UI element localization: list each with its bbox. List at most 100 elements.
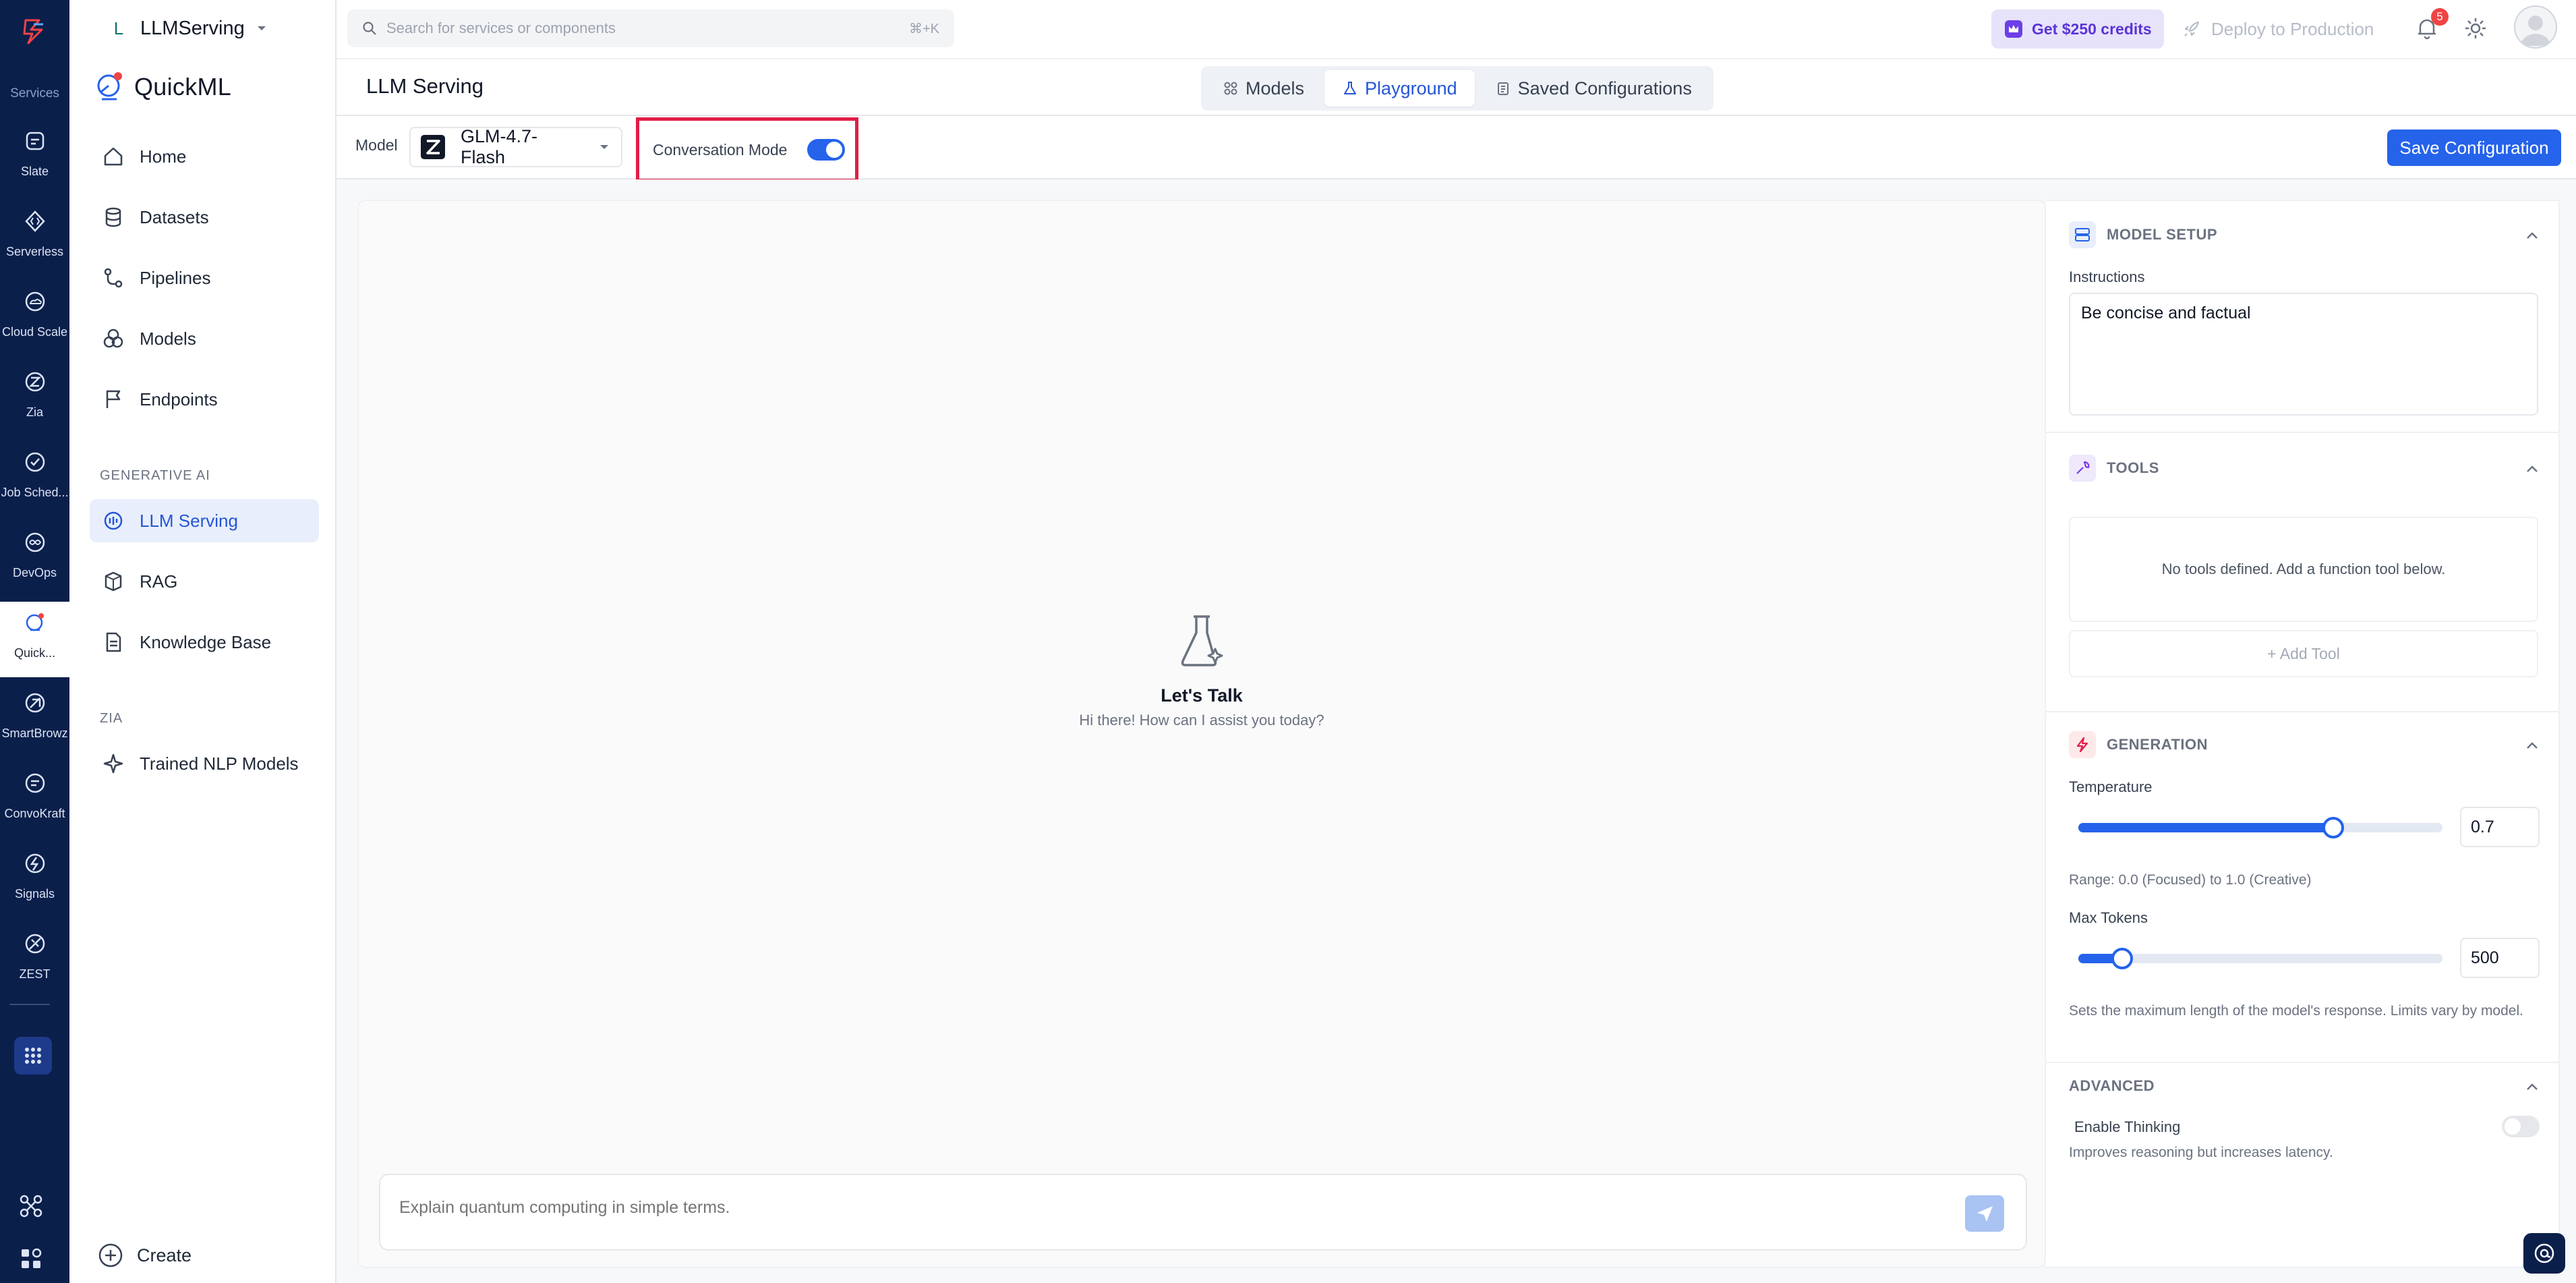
widgets-icon[interactable] bbox=[18, 1245, 45, 1272]
rail-item-label: ZEST bbox=[19, 967, 51, 981]
rail-item-smartbrowz[interactable]: SmartBrowz bbox=[0, 682, 69, 758]
chat-support-icon bbox=[2534, 1243, 2554, 1263]
temperature-slider[interactable] bbox=[2078, 817, 2442, 838]
rail-item-signals[interactable]: Signals bbox=[0, 843, 69, 918]
sidebar-item-label: Home bbox=[140, 146, 187, 167]
model-setup-header[interactable]: MODEL SETUP bbox=[2069, 220, 2217, 250]
generation-title: GENERATION bbox=[2107, 736, 2208, 753]
get-credits-button[interactable]: Get $250 credits bbox=[1991, 9, 2164, 49]
chevron-up-icon[interactable] bbox=[2522, 459, 2542, 479]
rail-item-devops[interactable]: DevOps bbox=[0, 521, 69, 597]
zia-icon bbox=[20, 366, 51, 397]
crown-icon bbox=[2005, 20, 2022, 38]
tab-saved-configurations[interactable]: Saved Configurations bbox=[1477, 70, 1709, 107]
chevron-up-icon[interactable] bbox=[2522, 1077, 2542, 1097]
avatar[interactable] bbox=[2514, 5, 2557, 49]
rail-item-quickml[interactable]: Quick... bbox=[0, 602, 69, 677]
chevron-up-icon[interactable] bbox=[2522, 225, 2542, 246]
devops-icon bbox=[20, 527, 51, 558]
model-toolbar: Model GLM-4.7-Flash Conversation Mode Sa… bbox=[336, 116, 2576, 182]
enable-thinking-toggle[interactable] bbox=[2502, 1116, 2540, 1137]
enable-thinking-help: Improves reasoning but increases latency… bbox=[2069, 1145, 2333, 1160]
top-bar: Search for services or components ⌘+K Ge… bbox=[69, 0, 2576, 58]
rail-item-slate[interactable]: Slate bbox=[0, 120, 69, 196]
job-scheduler-icon bbox=[20, 447, 51, 478]
document-icon bbox=[106, 632, 121, 652]
instructions-field[interactable]: Be concise and factual bbox=[2069, 293, 2538, 416]
section-advanced: ADVANCED Enable Thinking Improves reason… bbox=[2046, 1063, 2560, 1270]
convokraft-icon bbox=[20, 768, 51, 799]
search-bar[interactable]: Search for services or components ⌘+K bbox=[347, 9, 954, 47]
temperature-input[interactable]: 0.7 bbox=[2460, 807, 2540, 847]
sidebar-item-rag[interactable]: RAG bbox=[90, 560, 319, 603]
advanced-header[interactable]: ADVANCED bbox=[2069, 1071, 2155, 1101]
model-select[interactable]: GLM-4.7-Flash bbox=[409, 126, 622, 167]
flag-icon bbox=[106, 390, 121, 408]
rail-item-label: Job Sched... bbox=[1, 486, 69, 499]
notification-badge: 5 bbox=[2431, 8, 2449, 26]
slider-thumb[interactable] bbox=[2322, 817, 2344, 838]
rail-item-zia[interactable]: Zia bbox=[0, 361, 69, 436]
section-zia: ZIA bbox=[100, 711, 123, 726]
sidebar-item-trained-nlp-models[interactable]: Trained NLP Models bbox=[90, 742, 319, 785]
rocket-icon bbox=[2184, 21, 2200, 36]
max-tokens-input[interactable]: 500 bbox=[2460, 938, 2540, 978]
rail-item-zest[interactable]: ZEST bbox=[0, 923, 69, 998]
generation-header[interactable]: GENERATION bbox=[2069, 730, 2208, 760]
tab-label: Playground bbox=[1365, 78, 1457, 98]
home-icon bbox=[104, 147, 123, 166]
create-button[interactable]: Create bbox=[98, 1243, 192, 1268]
sidebar-item-llm-serving[interactable]: LLM Serving bbox=[90, 499, 319, 542]
gear-icon bbox=[2465, 18, 2486, 38]
credits-label: Get $250 credits bbox=[2032, 20, 2152, 38]
rail-item-convokraft[interactable]: ConvoKraft bbox=[0, 762, 69, 838]
save-configuration-button[interactable]: Save Configuration bbox=[2387, 130, 2561, 166]
deploy-to-production-button[interactable]: Deploy to Production bbox=[2182, 9, 2374, 49]
search-placeholder: Search for services or components bbox=[386, 20, 616, 36]
temperature-label: Temperature bbox=[2069, 778, 2153, 795]
sidebar-item-endpoints[interactable]: Endpoints bbox=[90, 378, 319, 421]
rail-item-label: Signals bbox=[14, 887, 55, 901]
sidebar-item-home[interactable]: Home bbox=[90, 135, 319, 178]
notifications-button[interactable]: 5 bbox=[2413, 8, 2449, 45]
smartbrowz-icon bbox=[20, 687, 51, 718]
flask-icon bbox=[1181, 615, 1223, 666]
sidebar-item-models[interactable]: Models bbox=[90, 317, 319, 360]
integrations-icon[interactable] bbox=[18, 1193, 45, 1220]
send-button[interactable] bbox=[1965, 1195, 2004, 1232]
tools-title: TOOLS bbox=[2107, 459, 2159, 476]
sidebar-item-knowledge-base[interactable]: Knowledge Base bbox=[90, 621, 319, 664]
max-tokens-slider[interactable] bbox=[2078, 948, 2442, 969]
empty-title: Let's Talk bbox=[1161, 685, 1243, 706]
sidebar-item-datasets[interactable]: Datasets bbox=[90, 196, 319, 239]
advanced-title: ADVANCED bbox=[2069, 1077, 2155, 1094]
rail-item-cloud-scale[interactable]: Cloud Scale bbox=[0, 281, 69, 356]
chat-empty-state: Let's Talk Hi there! How can I assist yo… bbox=[359, 612, 2045, 729]
settings-button[interactable] bbox=[2462, 15, 2492, 45]
quickml-logo-icon bbox=[97, 72, 122, 101]
tab-playground[interactable]: Playground bbox=[1324, 70, 1475, 107]
slider-thumb[interactable] bbox=[2111, 948, 2133, 969]
search-shortcut: ⌘+K bbox=[908, 21, 939, 36]
sidebar-item-label: Knowledge Base bbox=[140, 631, 272, 652]
conversation-mode-toggle[interactable] bbox=[807, 139, 846, 161]
toggle-knob bbox=[2505, 1118, 2521, 1135]
message-input[interactable] bbox=[398, 1189, 1949, 1236]
add-tool-button[interactable]: + Add Tool bbox=[2069, 630, 2538, 677]
rail-item-label: DevOps bbox=[12, 566, 57, 579]
help-chat-button[interactable] bbox=[2523, 1233, 2565, 1274]
sparkle-icon bbox=[103, 753, 123, 774]
sidebar-item-pipelines[interactable]: Pipelines bbox=[90, 256, 319, 300]
model-setup-title: MODEL SETUP bbox=[2107, 226, 2218, 243]
chevron-up-icon[interactable] bbox=[2522, 735, 2542, 755]
catalyst-logo-icon[interactable] bbox=[19, 15, 51, 47]
tools-header[interactable]: TOOLS bbox=[2069, 453, 2159, 483]
temperature-help: Range: 0.0 (Focused) to 1.0 (Creative) bbox=[2069, 872, 2312, 888]
grid-icon bbox=[1224, 82, 1237, 95]
rail-item-job-scheduler[interactable]: Job Sched... bbox=[0, 441, 69, 517]
rail-item-serverless[interactable]: Serverless bbox=[0, 200, 69, 276]
apps-grid-button[interactable] bbox=[14, 1037, 52, 1075]
zest-icon bbox=[20, 928, 51, 959]
rail-item-label: Zia bbox=[26, 405, 43, 419]
tab-models[interactable]: Models bbox=[1205, 70, 1322, 107]
